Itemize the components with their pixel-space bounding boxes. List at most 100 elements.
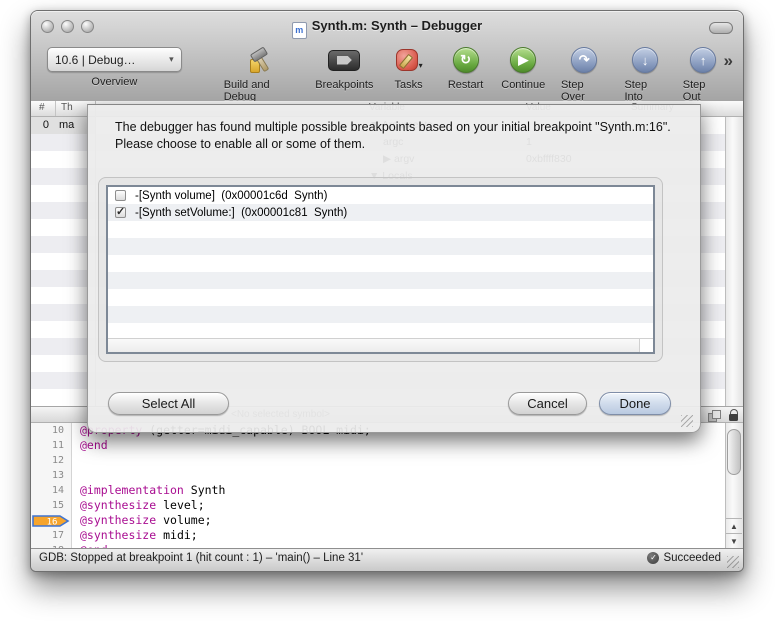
gutter-line-number[interactable]: 16 bbox=[31, 513, 71, 528]
window-title: mSynth.m: Synth – Debugger bbox=[31, 18, 743, 39]
status-bar: GDB: Stopped at breakpoint 1 (hit count … bbox=[31, 548, 743, 571]
cancel-button[interactable]: Cancel bbox=[508, 392, 587, 415]
gutter-line-number[interactable]: 11 bbox=[31, 438, 71, 453]
empty-list-row bbox=[108, 255, 653, 272]
toolbar-item-label: Continue bbox=[501, 79, 545, 91]
threads-column-number[interactable]: # bbox=[39, 102, 45, 113]
empty-list-row bbox=[108, 272, 653, 289]
code-lines[interactable]: @property (getter=midi_capable) BOOL mid… bbox=[72, 423, 726, 549]
toolbar-item-step-out[interactable]: ↑ Step Out bbox=[683, 43, 724, 103]
breakpoints-badge-icon bbox=[328, 50, 360, 71]
chevron-down-icon: ▾ bbox=[419, 61, 423, 70]
thread-number: 0 bbox=[35, 119, 49, 131]
toolbar-item-build-and-debug[interactable]: Build and Debug bbox=[224, 43, 300, 103]
sheet-buttons: Select All Cancel Done bbox=[88, 392, 700, 415]
continue-icon: ▶ bbox=[510, 47, 536, 73]
toolbar-toggle-button[interactable] bbox=[709, 22, 733, 34]
threads-column-thread[interactable]: Th bbox=[61, 102, 73, 113]
column-divider bbox=[55, 101, 56, 116]
tasks-stop-icon: ▾ bbox=[396, 48, 422, 72]
code-line[interactable]: @synthesize level; bbox=[72, 498, 726, 513]
scroll-up-arrow-icon[interactable]: ▲ bbox=[726, 518, 742, 534]
succeeded-check-icon: ✓ bbox=[647, 552, 659, 564]
sheet-message: The debugger has found multiple possible… bbox=[115, 119, 680, 153]
code-editor[interactable]: 101112131415161718 @property (getter=mid… bbox=[31, 423, 743, 549]
breakpoints-sheet: The debugger has found multiple possible… bbox=[87, 104, 701, 433]
select-all-button[interactable]: Select All bbox=[108, 392, 229, 415]
svg-text:16: 16 bbox=[47, 517, 58, 527]
counterparts-icon[interactable] bbox=[708, 410, 720, 421]
breakpoint-list-row[interactable]: -[Synth volume] (0x00001c6d Synth) bbox=[108, 187, 653, 204]
empty-list-row bbox=[108, 306, 653, 323]
toolbar-item-step-over[interactable]: ↷ Step Over bbox=[561, 43, 608, 103]
toolbar-item-label: Tasks bbox=[395, 79, 423, 91]
variables-scrollbar[interactable] bbox=[725, 117, 743, 406]
gutter-line-number[interactable]: 15 bbox=[31, 498, 71, 513]
step-into-icon: ↓ bbox=[632, 47, 658, 73]
toolbar-item-continue[interactable]: ▶ Continue bbox=[503, 43, 544, 91]
overview-popup[interactable]: 10.6 | Debug… ▾ bbox=[47, 47, 182, 72]
toolbar-item-label: Restart bbox=[448, 79, 483, 91]
breakpoint-label: -[Synth volume] (0x00001c6d Synth) bbox=[135, 190, 327, 202]
scrollbar-corner bbox=[639, 339, 653, 352]
done-button[interactable]: Done bbox=[599, 392, 671, 415]
window-resize-grip[interactable] bbox=[727, 556, 739, 568]
empty-list-row bbox=[108, 238, 653, 255]
code-line[interactable]: @end bbox=[72, 438, 726, 453]
toolbar-items: Build and Debug Breakpoints ▾ Tasks ↻ Restart… bbox=[224, 43, 724, 103]
scrollbar-thumb[interactable] bbox=[727, 429, 741, 475]
chevron-down-icon: ▾ bbox=[169, 54, 174, 65]
list-groove: -[Synth volume] (0x00001c6d Synth) -[Synt… bbox=[98, 177, 663, 362]
scroll-down-arrow-icon[interactable]: ▼ bbox=[726, 533, 742, 549]
thread-name[interactable]: ma bbox=[59, 119, 74, 131]
editor-scrollbar[interactable]: ▲ ▼ bbox=[725, 423, 743, 549]
navbar-icons bbox=[708, 408, 739, 422]
hammer-icon bbox=[248, 47, 276, 73]
window-chrome: mSynth.m: Synth – Debugger 10.6 | Debug…… bbox=[31, 11, 743, 102]
gutter-line-number[interactable]: 12 bbox=[31, 453, 71, 468]
breakpoint-list-row[interactable]: -[Synth setVolume:] (0x00001c81 Synth) bbox=[108, 204, 653, 221]
restart-icon: ↻ bbox=[453, 47, 479, 73]
lock-icon[interactable] bbox=[729, 409, 739, 421]
breakpoint-label: -[Synth setVolume:] (0x00001c81 Synth) bbox=[135, 207, 347, 219]
code-line[interactable] bbox=[72, 453, 726, 468]
empty-list-row bbox=[108, 289, 653, 306]
toolbar-item-restart[interactable]: ↻ Restart bbox=[446, 43, 486, 91]
toolbar-item-label: Breakpoints bbox=[315, 79, 373, 91]
toolbar: 10.6 | Debug… ▾ Overview Build and Debug… bbox=[31, 43, 743, 101]
toolbar-item-step-into[interactable]: ↓ Step Into bbox=[624, 43, 665, 103]
gutter-line-number[interactable]: 13 bbox=[31, 468, 71, 483]
toolbar-item-label: Step Into bbox=[624, 79, 665, 103]
overview-group: 10.6 | Debug… ▾ Overview bbox=[47, 47, 182, 88]
breakpoint-arrow-icon[interactable]: 16 bbox=[32, 515, 70, 527]
overview-label: Overview bbox=[47, 76, 182, 88]
toolbar-item-label: Step Out bbox=[683, 79, 724, 103]
titlebar[interactable]: mSynth.m: Synth – Debugger bbox=[31, 11, 743, 43]
build-status[interactable]: ✓ Succeeded bbox=[647, 552, 721, 564]
step-over-icon: ↷ bbox=[571, 47, 597, 73]
unchecked-checkbox[interactable] bbox=[115, 190, 126, 201]
succeeded-label: Succeeded bbox=[663, 552, 721, 564]
code-line[interactable] bbox=[72, 468, 726, 483]
checked-checkbox[interactable] bbox=[115, 207, 126, 218]
empty-list-row bbox=[108, 221, 653, 238]
gutter-line-number[interactable]: 10 bbox=[31, 423, 71, 438]
list-horizontal-scrollbar[interactable] bbox=[108, 338, 653, 352]
editor-gutter[interactable]: 101112131415161718 bbox=[31, 423, 72, 549]
status-message: GDB: Stopped at breakpoint 1 (hit count … bbox=[39, 552, 363, 564]
toolbar-overflow-chevron-icon[interactable]: » bbox=[724, 51, 735, 71]
gutter-line-number[interactable]: 17 bbox=[31, 528, 71, 543]
code-line[interactable]: @synthesize midi; bbox=[72, 528, 726, 543]
toolbar-item-tasks[interactable]: ▾ Tasks bbox=[389, 43, 429, 91]
toolbar-item-breakpoints[interactable]: Breakpoints bbox=[317, 43, 372, 91]
sheet-resize-grip[interactable] bbox=[681, 415, 693, 427]
toolbar-item-label: Build and Debug bbox=[224, 79, 300, 103]
code-line[interactable]: @synthesize volume; bbox=[72, 513, 726, 528]
code-line[interactable]: @implementation Synth bbox=[72, 483, 726, 498]
window-content: # Th Variable Value Summary 0 ma ▼ Argum… bbox=[31, 101, 743, 571]
document-icon: m bbox=[292, 22, 307, 39]
step-out-icon: ↑ bbox=[690, 47, 716, 73]
toolbar-item-label: Step Over bbox=[561, 79, 608, 103]
breakpoints-list[interactable]: -[Synth volume] (0x00001c6d Synth) -[Synt… bbox=[106, 185, 655, 354]
gutter-line-number[interactable]: 14 bbox=[31, 483, 71, 498]
